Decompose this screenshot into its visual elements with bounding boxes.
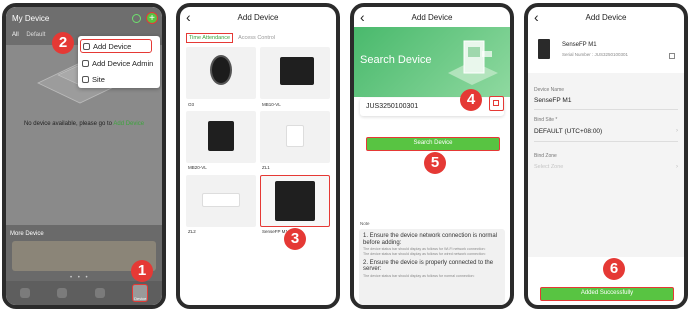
tab-default[interactable]: Default bbox=[26, 32, 45, 38]
device-label: ZL1 bbox=[262, 165, 270, 170]
nav-device-label: Device bbox=[134, 296, 147, 301]
back-arrow-icon[interactable]: ‹ bbox=[186, 7, 191, 27]
device-summary: SenseFP M1 Serial Number : JUS3250100301 bbox=[534, 33, 680, 67]
back-arrow-icon[interactable]: ‹ bbox=[534, 7, 539, 27]
device-label: MB10-VL bbox=[262, 102, 281, 107]
added-successfully-button[interactable]: Added Successfully bbox=[540, 287, 674, 301]
bottom-navigation: Device bbox=[6, 281, 162, 305]
add-menu-dropdown: Add Device Add Device Admin Site bbox=[78, 36, 160, 88]
note-1-wifi: The device status bar should display as … bbox=[363, 247, 486, 251]
bind-site-label: Bind Site * bbox=[534, 117, 558, 123]
device-label: SenseFP M1 bbox=[262, 229, 288, 234]
header: ‹ Add Device bbox=[354, 7, 510, 29]
divider bbox=[534, 109, 678, 110]
step-badge-1: 1 bbox=[131, 260, 153, 282]
note-label: Note bbox=[360, 221, 370, 226]
chevron-right-icon: › bbox=[676, 164, 678, 170]
search-device-button[interactable]: Search Device bbox=[366, 137, 500, 151]
header: ‹ Add Device bbox=[180, 7, 336, 29]
divider bbox=[534, 141, 678, 142]
bind-site-select[interactable]: DEFAULT (UTC+08:00) bbox=[534, 128, 602, 135]
search-icon[interactable] bbox=[132, 13, 141, 23]
device-card-mb20-vl[interactable] bbox=[186, 111, 256, 163]
nav-message-icon[interactable] bbox=[57, 288, 68, 298]
device-label: MB20-VL bbox=[188, 165, 207, 170]
menu-item-label: Site bbox=[92, 74, 105, 84]
serial-number: Serial Number : JUS3250100301 bbox=[562, 52, 628, 57]
device-card-zl2[interactable] bbox=[186, 175, 256, 227]
bind-zone-select[interactable]: Select Zone bbox=[534, 164, 563, 170]
nav-home-icon[interactable] bbox=[19, 288, 30, 298]
phone-screen-add-device-type: ‹ Add Device Time Attendance Access Cont… bbox=[176, 3, 340, 309]
device-name-field[interactable]: SenseFP M1 bbox=[534, 97, 571, 104]
header: ‹ Add Device bbox=[528, 7, 684, 29]
device-label: O3 bbox=[188, 102, 195, 107]
note-2-normal: The device status bar should display as … bbox=[363, 273, 475, 278]
device-image bbox=[210, 55, 232, 85]
page-title: Add Device bbox=[411, 13, 453, 22]
copy-icon[interactable] bbox=[669, 53, 675, 59]
category-tabs: Time Attendance Access Control bbox=[186, 33, 275, 43]
chevron-right-icon: › bbox=[676, 128, 678, 134]
more-device-heading: More Device bbox=[10, 231, 44, 237]
device-label: ZL2 bbox=[188, 229, 196, 234]
device-image bbox=[208, 121, 234, 151]
serial-input[interactable]: JUS3250100301 bbox=[360, 98, 504, 116]
nav-device-icon[interactable]: Device bbox=[132, 284, 149, 302]
hero-title: Search Device bbox=[360, 54, 432, 66]
menu-item-site[interactable]: Site bbox=[82, 72, 105, 86]
step-badge-5: 5 bbox=[424, 152, 446, 174]
add-device-icon bbox=[83, 42, 90, 50]
empty-state-message: No device available, please go to Add De… bbox=[8, 121, 160, 127]
top-bar: My Device + bbox=[6, 7, 162, 29]
menu-item-label: Add Device Admin bbox=[92, 58, 154, 68]
menu-item-add-device[interactable]: Add Device bbox=[80, 39, 152, 53]
page-title: Add Device bbox=[585, 13, 627, 22]
device-image bbox=[202, 193, 240, 207]
hero-banner: Search Device bbox=[354, 27, 510, 97]
device-name-label: Device Name bbox=[534, 87, 565, 93]
tab-time-attendance[interactable]: Time Attendance bbox=[186, 33, 234, 43]
add-device-link[interactable]: Add Device bbox=[113, 121, 144, 127]
device-card-zl1[interactable] bbox=[260, 111, 330, 163]
site-icon bbox=[82, 75, 89, 83]
tab-all[interactable]: All bbox=[12, 32, 19, 38]
device-thumbnail bbox=[538, 39, 550, 59]
admin-icon bbox=[82, 59, 89, 67]
add-icon[interactable]: + bbox=[146, 12, 158, 24]
note-1-title: 1. Ensure the device network connection … bbox=[363, 233, 498, 246]
page-title: Add Device bbox=[237, 13, 279, 22]
serial-value: JUS3250100301 bbox=[594, 52, 629, 57]
device-image bbox=[286, 125, 304, 147]
note-panel: 1. Ensure the device network connection … bbox=[359, 229, 505, 305]
note-2-title: 2. Ensure the device is properly connect… bbox=[363, 259, 494, 273]
nav-apps-icon[interactable] bbox=[94, 288, 105, 298]
device-illustration bbox=[448, 40, 498, 85]
bind-zone-label: Bind Zone bbox=[534, 153, 557, 159]
back-arrow-icon[interactable]: ‹ bbox=[360, 7, 365, 27]
device-card-sensefp-m1[interactable] bbox=[260, 175, 330, 227]
scan-icon[interactable] bbox=[489, 96, 504, 111]
empty-state-text: No device available, please go to bbox=[23, 121, 114, 127]
device-card-mb10-vl[interactable] bbox=[260, 47, 330, 99]
step-badge-6: 6 bbox=[603, 258, 625, 280]
device-image bbox=[280, 57, 314, 85]
device-card-o3[interactable] bbox=[186, 47, 256, 99]
tab-access-control[interactable]: Access Control bbox=[238, 33, 275, 43]
step-badge-2: 2 bbox=[52, 32, 74, 54]
serial-value: JUS3250100301 bbox=[366, 103, 419, 110]
step-badge-4: 4 bbox=[460, 89, 482, 111]
menu-item-label: Add Device bbox=[93, 41, 132, 51]
page-title: My Device bbox=[12, 14, 50, 23]
note-1-wired: The device status bar should display as … bbox=[363, 252, 486, 257]
menu-item-add-device-admin[interactable]: Add Device Admin bbox=[82, 56, 153, 70]
device-name: SenseFP M1 bbox=[562, 42, 597, 48]
device-image bbox=[275, 181, 315, 221]
step-badge-3: 3 bbox=[284, 228, 306, 250]
serial-label: Serial Number : bbox=[562, 52, 594, 57]
